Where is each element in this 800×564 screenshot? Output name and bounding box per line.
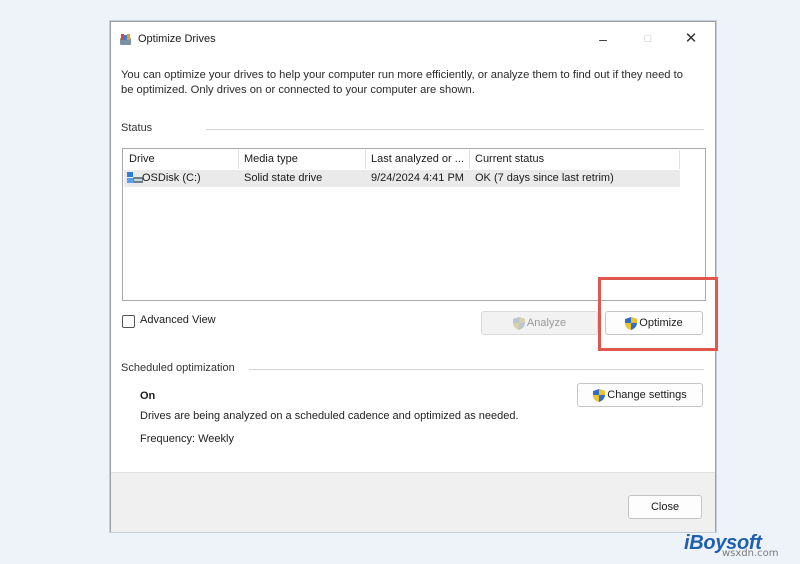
advanced-view-label[interactable]: Advanced View	[140, 314, 216, 326]
schedule-description: Drives are being analyzed on a scheduled…	[140, 410, 519, 422]
maximize-button[interactable]: □	[634, 28, 662, 50]
change-settings-button[interactable]: Change settings	[577, 383, 703, 407]
close-button[interactable]: Close	[628, 495, 702, 519]
minimize-button[interactable]: –	[589, 28, 617, 50]
column-header-drive[interactable]: Drive	[124, 150, 239, 169]
description-text: You can optimize your drives to help you…	[121, 69, 683, 96]
defrag-app-icon	[120, 34, 131, 45]
column-header-current-status[interactable]: Current status	[470, 150, 680, 169]
column-header-last-analyzed[interactable]: Last analyzed or ...	[366, 150, 470, 169]
window-title: Optimize Drives	[138, 33, 216, 45]
status-label: Status	[121, 122, 153, 134]
close-window-button[interactable]: ✕	[677, 28, 705, 50]
uac-shield-icon	[512, 316, 525, 330]
cell-current-status: OK (7 days since last retrim)	[475, 172, 614, 184]
cell-media-type: Solid state drive	[244, 172, 323, 184]
cell-drive: OSDisk (C:)	[142, 172, 201, 184]
analyze-button[interactable]: Analyze	[481, 311, 598, 335]
drives-list-header: Drive Media type Last analyzed or ... Cu…	[124, 150, 684, 169]
change-settings-label: Change settings	[607, 389, 687, 401]
title-bar: Optimize Drives – □ ✕	[111, 22, 715, 56]
schedule-state: On	[140, 390, 156, 402]
schedule-frequency: Frequency: Weekly	[140, 433, 234, 445]
dialog-footer: Close	[111, 472, 715, 532]
optimize-highlight-box	[598, 277, 718, 351]
scheduled-optimization-label: Scheduled optimization	[121, 362, 235, 374]
advanced-view-checkbox[interactable]	[122, 315, 135, 328]
uac-shield-icon	[593, 388, 606, 402]
column-header-media-type[interactable]: Media type	[239, 150, 366, 169]
site-watermark: wsxdn.com	[722, 548, 779, 559]
table-row[interactable]: OSDisk (C:) Solid state drive 9/24/2024 …	[124, 170, 680, 187]
scheduled-divider	[249, 369, 704, 370]
status-divider	[206, 129, 704, 130]
analyze-label: Analyze	[526, 317, 567, 329]
close-label: Close	[650, 501, 680, 513]
cell-last-analyzed: 9/24/2024 4:41 PM	[371, 172, 464, 184]
